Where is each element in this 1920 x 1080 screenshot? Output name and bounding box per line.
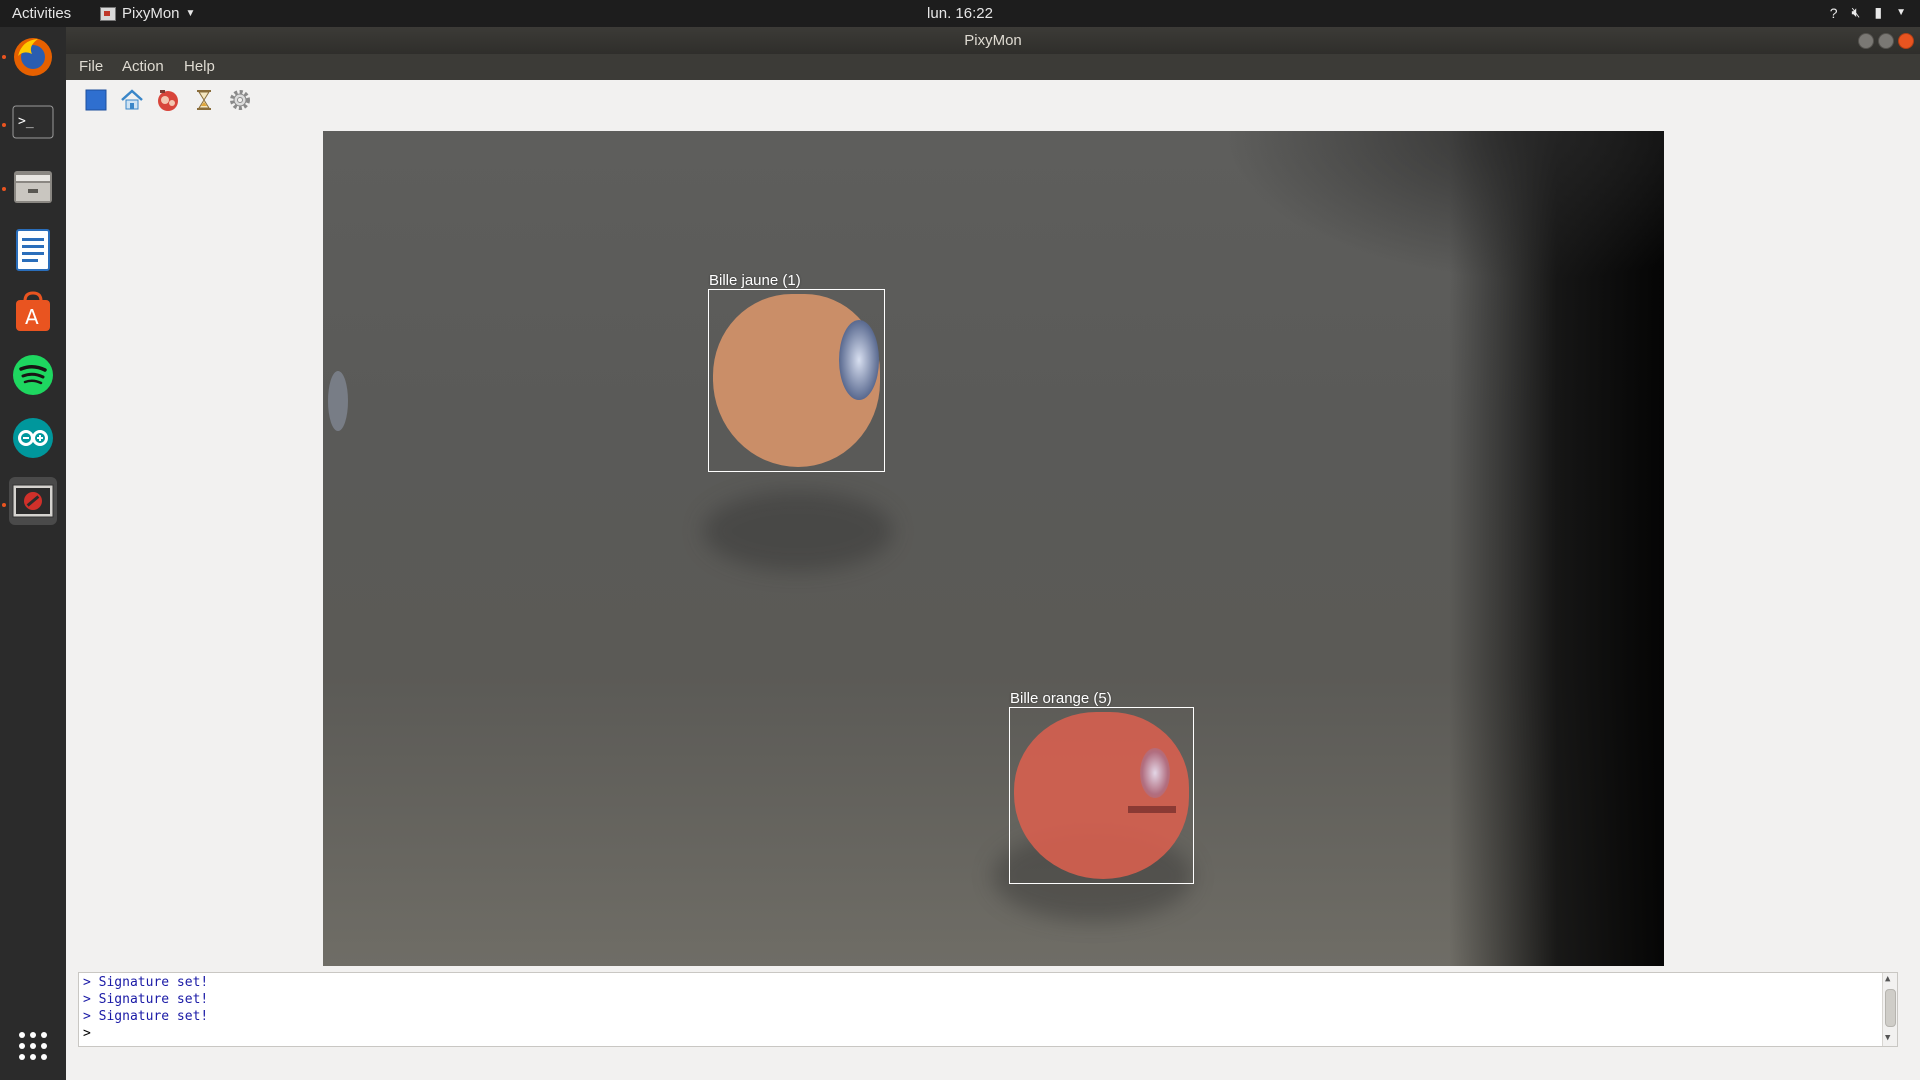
app-menu[interactable]: PixyMon ▼	[100, 5, 195, 22]
close-button[interactable]	[1898, 33, 1914, 49]
running-indicator	[2, 187, 6, 191]
console-line: > Signature set!	[83, 992, 209, 1007]
menu-action[interactable]: Action	[122, 58, 164, 75]
volume-muted-icon[interactable]: 🔇︎	[1852, 4, 1861, 21]
running-indicator	[2, 503, 6, 507]
detection-label: Bille jaune (1)	[709, 272, 801, 289]
running-indicator	[2, 55, 6, 59]
battery-icon[interactable]: ▮	[1874, 4, 1882, 21]
help-icon[interactable]: ?	[1830, 5, 1838, 21]
scrollbar-thumb[interactable]	[1885, 989, 1896, 1027]
app-menu-label: PixyMon	[122, 5, 180, 22]
detection-artifact	[1128, 806, 1176, 813]
run-stop-icon[interactable]	[84, 88, 108, 112]
svg-text:>_: >_	[18, 114, 34, 129]
video-reflection	[328, 371, 348, 431]
firefox-icon[interactable]	[9, 33, 57, 81]
terminal-icon[interactable]: >_	[9, 98, 57, 146]
minimize-button[interactable]	[1858, 33, 1874, 49]
window-titlebar[interactable]: PixyMon	[66, 27, 1920, 54]
console-output[interactable]: > Signature set! > Signature set! > Sign…	[78, 972, 1898, 1047]
pixymon-app-icon	[100, 6, 116, 21]
settings-gear-icon[interactable]	[228, 88, 252, 112]
menu-help[interactable]: Help	[184, 58, 215, 75]
console-prompt[interactable]: >	[83, 1026, 91, 1041]
ball-shadow	[703, 491, 893, 571]
window-title: PixyMon	[964, 32, 1022, 49]
console-line: > Signature set!	[83, 1009, 209, 1024]
top-bar: Activities PixyMon ▼ lun. 16:22 ? 🔇︎ ▮ ▼	[0, 0, 1920, 27]
scroll-down-icon[interactable]: ▼	[1885, 1033, 1890, 1043]
system-menu-chevron-icon[interactable]: ▼	[1896, 7, 1906, 18]
detection-label: Bille orange (5)	[1010, 690, 1112, 707]
software-center-icon[interactable]: A	[9, 288, 57, 336]
chevron-down-icon: ▼	[185, 8, 196, 19]
camera-video-view[interactable]: Bille jaune (1) Bille orange (5)	[323, 131, 1664, 966]
ball-highlight	[1140, 748, 1170, 798]
dock: >_ A	[0, 27, 66, 1080]
raw-video-icon[interactable]	[156, 88, 180, 112]
video-shadow	[1223, 131, 1664, 281]
toolbar	[66, 80, 1920, 120]
clock[interactable]: lun. 16:22	[927, 5, 993, 22]
menu-bar: File Action Help	[66, 54, 1920, 80]
activities-button[interactable]: Activities	[12, 5, 71, 22]
detection-box-yellow[interactable]: Bille jaune (1)	[708, 272, 885, 472]
detection-blob	[1014, 712, 1189, 879]
hourglass-icon[interactable]	[192, 88, 216, 112]
running-indicator	[2, 123, 6, 127]
pixymon-icon[interactable]	[9, 477, 57, 525]
menu-file[interactable]: File	[79, 58, 103, 75]
console-line: > Signature set!	[83, 975, 209, 990]
detection-box-orange[interactable]: Bille orange (5)	[1009, 690, 1194, 884]
scroll-up-icon[interactable]: ▲	[1885, 974, 1890, 984]
spotify-icon[interactable]	[9, 351, 57, 399]
maximize-button[interactable]	[1878, 33, 1894, 49]
show-applications-icon[interactable]	[9, 1022, 57, 1070]
libreoffice-writer-icon[interactable]	[9, 226, 57, 274]
console-scrollbar[interactable]: ▲ ▼	[1882, 973, 1897, 1046]
svg-text:A: A	[25, 305, 39, 329]
ball-highlight	[839, 320, 879, 400]
home-icon[interactable]	[120, 88, 144, 112]
arduino-icon[interactable]	[9, 414, 57, 462]
files-icon[interactable]	[9, 162, 57, 210]
